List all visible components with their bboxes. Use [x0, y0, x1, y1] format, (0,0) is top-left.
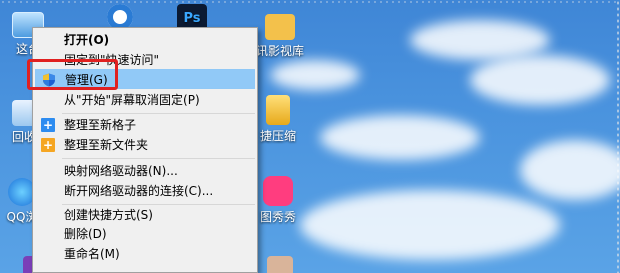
cloud — [270, 60, 360, 90]
menu-item-label: 删除(D) — [64, 227, 107, 241]
menu-item-label: 打开(O) — [64, 33, 110, 47]
photo-app-icon — [263, 176, 293, 206]
menu-item-create-shortcut[interactable]: 创建快捷方式(S) — [35, 205, 255, 225]
menu-item-disconnect-drive[interactable]: 断开网络驱动器的连接(C)... — [35, 181, 255, 201]
menu-item-label: 重命名(M) — [64, 247, 120, 261]
add-blue-icon: + — [41, 118, 55, 132]
menu-item-label: 断开网络驱动器的连接(C)... — [64, 184, 214, 198]
menu-item-open[interactable]: 打开(O) — [35, 30, 255, 50]
cloud — [520, 140, 620, 200]
cloud — [470, 55, 610, 105]
archive-icon — [266, 95, 290, 125]
menu-item-map-drive[interactable]: 映射网络驱动器(N)... — [35, 161, 255, 181]
cloud — [410, 20, 550, 60]
add-orange-icon: + — [41, 138, 55, 152]
cloud — [300, 190, 560, 260]
menu-item-label: 整理至新文件夹 — [64, 138, 149, 152]
menu-item-label: 从"开始"屏幕取消固定(P) — [64, 93, 200, 107]
menu-item-label: 映射网络驱动器(N)... — [64, 164, 178, 178]
cloud — [320, 115, 480, 160]
folder-icon — [265, 14, 295, 40]
right-dotted-edge — [616, 0, 620, 273]
menu-item-new-folder[interactable]: + 整理至新文件夹 — [35, 135, 255, 155]
menu-item-delete[interactable]: 删除(D) — [35, 224, 255, 244]
menu-item-label: 创建快捷方式(S) — [64, 208, 153, 222]
menu-item-new-grid[interactable]: + 整理至新格子 — [35, 115, 255, 135]
annotation-highlight-box — [27, 59, 118, 90]
menu-item-label: 整理至新格子 — [64, 118, 137, 132]
menu-separator — [62, 113, 255, 114]
menu-separator — [62, 158, 255, 159]
avatar-icon — [267, 256, 293, 273]
menu-item-rename[interactable]: 重命名(M) — [35, 244, 255, 264]
menu-item-unpin-start[interactable]: 从"开始"屏幕取消固定(P) — [35, 90, 255, 110]
